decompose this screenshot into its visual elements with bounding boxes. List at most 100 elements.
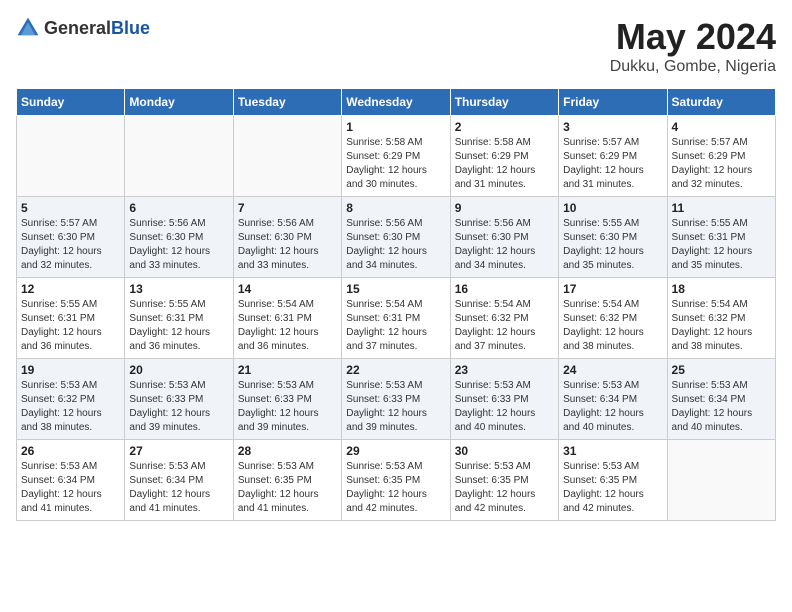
day-number: 11: [672, 201, 771, 215]
day-number: 13: [129, 282, 228, 296]
day-number: 12: [21, 282, 120, 296]
calendar-week-2: 5Sunrise: 5:57 AM Sunset: 6:30 PM Daylig…: [17, 197, 776, 278]
calendar-cell: 17Sunrise: 5:54 AM Sunset: 6:32 PM Dayli…: [559, 278, 667, 359]
day-info: Sunrise: 5:55 AM Sunset: 6:31 PM Dayligh…: [672, 217, 771, 273]
day-info: Sunrise: 5:56 AM Sunset: 6:30 PM Dayligh…: [455, 217, 554, 273]
calendar-cell: [667, 440, 775, 521]
day-info: Sunrise: 5:53 AM Sunset: 6:35 PM Dayligh…: [455, 460, 554, 516]
calendar-cell: 16Sunrise: 5:54 AM Sunset: 6:32 PM Dayli…: [450, 278, 558, 359]
page-header: GeneralBlue May 2024 Dukku, Gombe, Niger…: [16, 16, 776, 76]
weekday-friday: Friday: [559, 89, 667, 116]
calendar-cell: 23Sunrise: 5:53 AM Sunset: 6:33 PM Dayli…: [450, 359, 558, 440]
location-subtitle: Dukku, Gombe, Nigeria: [610, 58, 776, 76]
logo-general-text: General: [44, 18, 111, 38]
calendar-cell: [233, 116, 341, 197]
calendar-cell: 31 Sunrise: 5:53 AM Sunset: 6:35 PM Dayli…: [559, 440, 667, 521]
day-number: 14: [238, 282, 337, 296]
logo-blue-text: Blue: [111, 18, 150, 38]
day-info: Sunrise: 5:53 AM Sunset: 6:34 PM Dayligh…: [563, 379, 662, 435]
day-info: Sunrise: 5:54 AM Sunset: 6:32 PM Dayligh…: [672, 298, 771, 354]
day-number: 24: [563, 363, 662, 377]
day-number: 3: [563, 120, 662, 134]
day-number: 22: [346, 363, 445, 377]
calendar-cell: 18Sunrise: 5:54 AM Sunset: 6:32 PM Dayli…: [667, 278, 775, 359]
calendar-cell: 12 Sunrise: 5:55 AM Sunset: 6:31 PM Dayli…: [17, 278, 125, 359]
calendar-cell: 3 Sunrise: 5:57 AM Sunset: 6:29 PM Daylig…: [559, 116, 667, 197]
weekday-thursday: Thursday: [450, 89, 558, 116]
calendar-week-4: 19 Sunrise: 5:53 AM Sunset: 6:32 PM Dayli…: [17, 359, 776, 440]
calendar-cell: [125, 116, 233, 197]
calendar-cell: 6 Sunrise: 5:56 AM Sunset: 6:30 PM Daylig…: [125, 197, 233, 278]
day-info: Sunrise: 5:56 AM Sunset: 6:30 PM Dayligh…: [129, 217, 228, 273]
day-number: 30: [455, 444, 554, 458]
day-info: Sunrise: 5:53 AM Sunset: 6:34 PM Dayligh…: [129, 460, 228, 516]
calendar-cell: 24 Sunrise: 5:53 AM Sunset: 6:34 PM Dayli…: [559, 359, 667, 440]
day-number: 8: [346, 201, 445, 215]
day-info: Sunrise: 5:53 AM Sunset: 6:33 PM Dayligh…: [346, 379, 445, 435]
calendar-cell: 5Sunrise: 5:57 AM Sunset: 6:30 PM Daylig…: [17, 197, 125, 278]
day-number: 10: [563, 201, 662, 215]
logo-icon: [16, 16, 40, 40]
calendar-cell: 29 Sunrise: 5:53 AM Sunset: 6:35 PM Dayli…: [342, 440, 450, 521]
weekday-wednesday: Wednesday: [342, 89, 450, 116]
day-info: Sunrise: 5:53 AM Sunset: 6:34 PM Dayligh…: [21, 460, 120, 516]
weekday-header-row: SundayMondayTuesdayWednesdayThursdayFrid…: [17, 89, 776, 116]
day-number: 17: [563, 282, 662, 296]
weekday-tuesday: Tuesday: [233, 89, 341, 116]
day-info: Sunrise: 5:58 AM Sunset: 6:29 PM Dayligh…: [455, 136, 554, 192]
calendar-cell: 4Sunrise: 5:57 AM Sunset: 6:29 PM Daylig…: [667, 116, 775, 197]
day-info: Sunrise: 5:53 AM Sunset: 6:35 PM Dayligh…: [238, 460, 337, 516]
calendar-week-1: 1Sunrise: 5:58 AM Sunset: 6:29 PM Daylig…: [17, 116, 776, 197]
calendar-cell: 7 Sunrise: 5:56 AM Sunset: 6:30 PM Daylig…: [233, 197, 341, 278]
day-number: 23: [455, 363, 554, 377]
weekday-saturday: Saturday: [667, 89, 775, 116]
day-number: 6: [129, 201, 228, 215]
calendar-table: SundayMondayTuesdayWednesdayThursdayFrid…: [16, 88, 776, 521]
calendar-cell: 11 Sunrise: 5:55 AM Sunset: 6:31 PM Dayli…: [667, 197, 775, 278]
calendar-cell: 15Sunrise: 5:54 AM Sunset: 6:31 PM Dayli…: [342, 278, 450, 359]
day-info: Sunrise: 5:55 AM Sunset: 6:30 PM Dayligh…: [563, 217, 662, 273]
calendar-cell: 25Sunrise: 5:53 AM Sunset: 6:34 PM Dayli…: [667, 359, 775, 440]
day-number: 28: [238, 444, 337, 458]
calendar-cell: 27 Sunrise: 5:53 AM Sunset: 6:34 PM Dayli…: [125, 440, 233, 521]
day-info: Sunrise: 5:57 AM Sunset: 6:29 PM Dayligh…: [672, 136, 771, 192]
day-info: Sunrise: 5:55 AM Sunset: 6:31 PM Dayligh…: [21, 298, 120, 354]
calendar-cell: 2Sunrise: 5:58 AM Sunset: 6:29 PM Daylig…: [450, 116, 558, 197]
day-number: 19: [21, 363, 120, 377]
calendar-cell: 1Sunrise: 5:58 AM Sunset: 6:29 PM Daylig…: [342, 116, 450, 197]
calendar-cell: 28 Sunrise: 5:53 AM Sunset: 6:35 PM Dayli…: [233, 440, 341, 521]
day-info: Sunrise: 5:53 AM Sunset: 6:32 PM Dayligh…: [21, 379, 120, 435]
day-number: 16: [455, 282, 554, 296]
day-info: Sunrise: 5:56 AM Sunset: 6:30 PM Dayligh…: [238, 217, 337, 273]
day-info: Sunrise: 5:55 AM Sunset: 6:31 PM Dayligh…: [129, 298, 228, 354]
calendar-cell: 22 Sunrise: 5:53 AM Sunset: 6:33 PM Dayli…: [342, 359, 450, 440]
day-number: 26: [21, 444, 120, 458]
calendar-cell: 21 Sunrise: 5:53 AM Sunset: 6:33 PM Dayli…: [233, 359, 341, 440]
calendar-cell: 10 Sunrise: 5:55 AM Sunset: 6:30 PM Dayli…: [559, 197, 667, 278]
day-number: 7: [238, 201, 337, 215]
day-info: Sunrise: 5:54 AM Sunset: 6:31 PM Dayligh…: [346, 298, 445, 354]
calendar-week-3: 12 Sunrise: 5:55 AM Sunset: 6:31 PM Dayli…: [17, 278, 776, 359]
calendar-cell: 19 Sunrise: 5:53 AM Sunset: 6:32 PM Dayli…: [17, 359, 125, 440]
day-info: Sunrise: 5:54 AM Sunset: 6:31 PM Dayligh…: [238, 298, 337, 354]
day-info: Sunrise: 5:53 AM Sunset: 6:35 PM Dayligh…: [563, 460, 662, 516]
day-info: Sunrise: 5:53 AM Sunset: 6:35 PM Dayligh…: [346, 460, 445, 516]
day-info: Sunrise: 5:57 AM Sunset: 6:29 PM Dayligh…: [563, 136, 662, 192]
day-number: 31: [563, 444, 662, 458]
day-number: 20: [129, 363, 228, 377]
calendar-cell: 8Sunrise: 5:56 AM Sunset: 6:30 PM Daylig…: [342, 197, 450, 278]
day-number: 25: [672, 363, 771, 377]
month-year-title: May 2024: [610, 16, 776, 58]
calendar-cell: [17, 116, 125, 197]
day-number: 21: [238, 363, 337, 377]
day-number: 29: [346, 444, 445, 458]
calendar-cell: 13 Sunrise: 5:55 AM Sunset: 6:31 PM Dayli…: [125, 278, 233, 359]
day-info: Sunrise: 5:53 AM Sunset: 6:33 PM Dayligh…: [129, 379, 228, 435]
weekday-monday: Monday: [125, 89, 233, 116]
day-number: 27: [129, 444, 228, 458]
weekday-sunday: Sunday: [17, 89, 125, 116]
day-info: Sunrise: 5:58 AM Sunset: 6:29 PM Dayligh…: [346, 136, 445, 192]
calendar-cell: 9Sunrise: 5:56 AM Sunset: 6:30 PM Daylig…: [450, 197, 558, 278]
day-info: Sunrise: 5:53 AM Sunset: 6:33 PM Dayligh…: [238, 379, 337, 435]
calendar-cell: 14 Sunrise: 5:54 AM Sunset: 6:31 PM Dayli…: [233, 278, 341, 359]
